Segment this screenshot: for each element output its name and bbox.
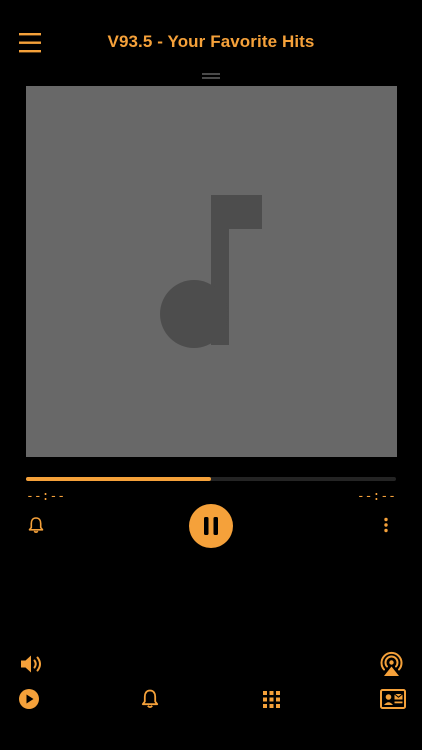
bell-icon[interactable] bbox=[140, 688, 160, 710]
album-artwork bbox=[26, 86, 397, 457]
station-title: V93.5 - Your Favorite Hits bbox=[107, 32, 315, 51]
pause-icon bbox=[204, 517, 218, 535]
progress-fill bbox=[26, 477, 211, 481]
volume-icon[interactable] bbox=[19, 652, 45, 676]
hamburger-menu-icon[interactable] bbox=[18, 30, 44, 56]
more-vertical-icon[interactable] bbox=[376, 515, 396, 535]
contact-card-icon[interactable] bbox=[380, 689, 406, 709]
airplay-audio-icon[interactable] bbox=[378, 650, 405, 677]
music-note-icon bbox=[160, 195, 262, 348]
progress-bar[interactable] bbox=[26, 477, 396, 481]
grid-icon[interactable] bbox=[262, 690, 281, 709]
elapsed-time: --:-- bbox=[26, 489, 66, 504]
bell-icon[interactable] bbox=[27, 516, 45, 534]
remaining-time: --:-- bbox=[356, 489, 396, 504]
play-circle-icon[interactable] bbox=[18, 688, 40, 710]
drag-handle-icon[interactable] bbox=[202, 73, 220, 81]
play-pause-button[interactable] bbox=[189, 504, 233, 548]
